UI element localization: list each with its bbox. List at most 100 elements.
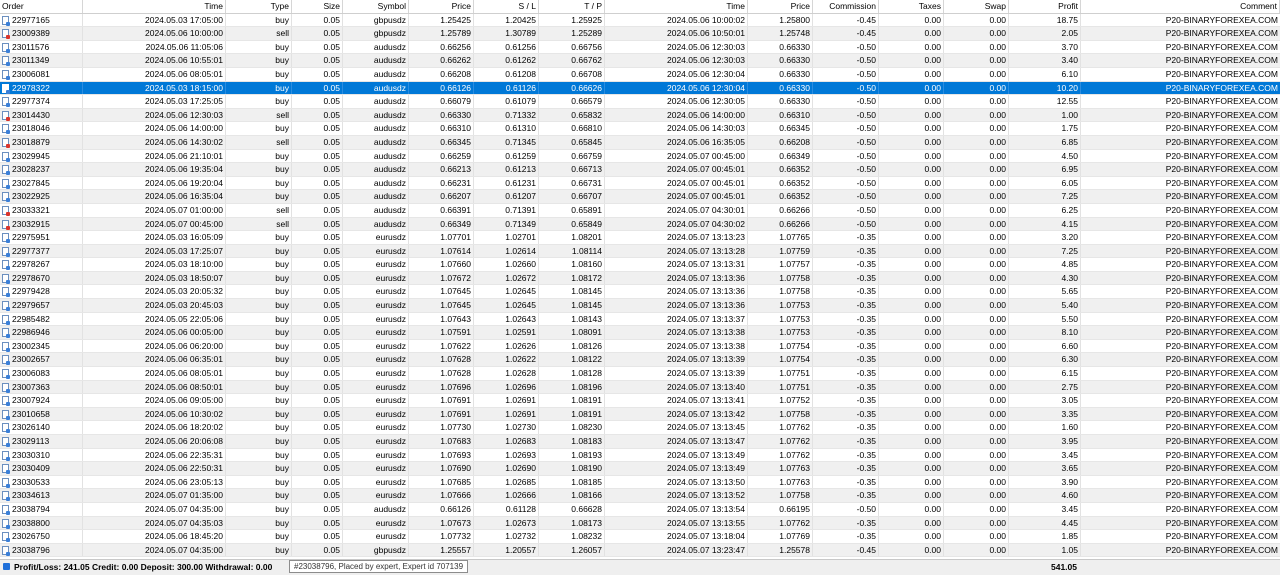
table-row[interactable]: 23027845 2024.05.06 19:20:04 buy 0.05 audusd… [0,176,1280,191]
cell-value: 2024.05.07 13:13:36 [667,272,745,283]
cell-value: 22977374 [12,96,50,107]
table-row[interactable]: 23033321 2024.05.07 01:00:00 sell 0.05 audus… [0,203,1280,218]
cell-time: 2024.05.06 10:30:02 [83,407,226,421]
column-header-comment[interactable]: Comment [1081,0,1280,13]
cell-commission: -0.35 [813,339,879,353]
cell-swap: 0.00 [944,285,1009,299]
table-row[interactable]: 22978322 2024.05.03 18:15:00 buy 0.05 audusd… [0,81,1280,96]
table-row[interactable]: 23022925 2024.05.06 16:35:04 buy 0.05 audusd… [0,190,1280,204]
column-header-stop-loss[interactable]: S / L [474,0,539,13]
table-row[interactable]: 23006081 2024.05.06 08:05:01 buy 0.05 audusd… [0,67,1280,82]
table-row[interactable]: 23018879 2024.05.06 14:30:02 sell 0.05 audus… [0,135,1280,150]
table-row[interactable]: 23026140 2024.05.06 18:20:02 buy 0.05 eurusd… [0,421,1280,435]
cell-time: 2024.05.03 16:05:09 [83,231,226,244]
table-row[interactable]: 23029113 2024.05.06 20:06:08 buy 0.05 eurusd… [0,435,1280,449]
table-row[interactable]: 23028237 2024.05.06 19:35:04 buy 0.05 audusd… [0,163,1280,177]
cell-type: buy [226,407,292,421]
cell-value: 0.66708 [571,68,602,79]
table-row[interactable]: 23011576 2024.05.06 11:05:06 buy 0.05 audusd… [0,40,1280,55]
table-row[interactable]: 23002657 2024.05.06 06:35:01 buy 0.05 eurusd… [0,353,1280,368]
column-header-order[interactable]: Order [0,0,83,13]
cell-profit: 6.85 [1009,135,1081,149]
table-row[interactable]: 23038800 2024.05.07 04:35:03 buy 0.05 eurusd… [0,516,1280,531]
cell-value: buy [275,503,289,514]
table-row[interactable]: 22986946 2024.05.06 00:05:00 buy 0.05 eurusd… [0,326,1280,340]
column-header-symbol[interactable]: Symbol [343,0,409,13]
table-row[interactable]: 22977377 2024.05.03 17:25:07 buy 0.05 eurusd… [0,244,1280,259]
cell-profit: 3.65 [1009,462,1081,475]
table-row[interactable]: 23002345 2024.05.06 06:20:00 buy 0.05 eurusd… [0,339,1280,354]
cell-value: 5.40 [1061,300,1078,311]
table-row[interactable]: 22979428 2024.05.03 20:05:32 buy 0.05 eurusd… [0,285,1280,300]
cell-swap: 0.00 [944,40,1009,54]
cell-taxes: 0.00 [879,299,944,312]
table-row[interactable]: 23030409 2024.05.06 22:50:31 buy 0.05 eurusd… [0,462,1280,476]
table-row[interactable]: 23032915 2024.05.07 00:45:00 sell 0.05 audus… [0,217,1280,232]
cell-value: 0.00 [924,327,941,338]
cell-value: P20-BINARYFOREXEA.COM [1165,28,1278,39]
cell-tp: 1.08122 [539,353,605,367]
column-header-close-price[interactable]: Price [748,0,813,13]
cell-close-price: 1.07769 [748,530,813,543]
table-row[interactable]: 22977165 2024.05.03 17:05:00 buy 0.05 gbpusd… [0,13,1280,28]
table-row[interactable]: 23010658 2024.05.06 10:30:02 buy 0.05 eurusd… [0,407,1280,422]
table-row[interactable]: 22975951 2024.05.03 16:05:09 buy 0.05 eurusd… [0,231,1280,245]
table-row[interactable]: 22985482 2024.05.05 22:05:06 buy 0.05 eurusd… [0,312,1280,327]
table-row[interactable]: 23018046 2024.05.06 14:00:00 buy 0.05 audusd… [0,122,1280,136]
column-header-open-time[interactable]: Time [83,0,226,13]
cell-tp: 1.08145 [539,285,605,299]
table-row[interactable]: 23014430 2024.05.06 12:30:03 sell 0.05 audus… [0,108,1280,123]
cell-symbol: eurusdz [343,231,409,244]
cell-value: 1.25425 [440,14,471,25]
table-row[interactable]: 22979657 2024.05.03 20:45:03 buy 0.05 eurusd… [0,299,1280,313]
cell-value: 5.50 [1061,313,1078,324]
cell-symbol: eurusdz [343,271,409,285]
cell-comment: P20-BINARYFOREXEA.COM [1081,14,1280,27]
table-row[interactable]: 23011349 2024.05.06 10:55:01 buy 0.05 audusd… [0,54,1280,68]
column-header-take-profit[interactable]: T / P [539,0,605,13]
cell-value: 2024.05.06 12:30:04 [667,82,745,93]
column-header-commission[interactable]: Commission [813,0,879,13]
column-header-close-time[interactable]: Time [605,0,748,13]
table-row[interactable]: 23038794 2024.05.07 04:35:00 buy 0.05 audusd… [0,502,1280,517]
table-row[interactable]: 23009389 2024.05.06 10:00:00 sell 0.05 gbpus… [0,27,1280,41]
table-row[interactable]: 22977374 2024.05.03 17:25:05 buy 0.05 audusd… [0,95,1280,109]
column-header-open-price[interactable]: Price [409,0,474,13]
cell-price: 1.07691 [409,407,474,421]
table-row[interactable]: 23029945 2024.05.06 21:10:01 buy 0.05 audusd… [0,149,1280,164]
table-row[interactable]: 22978267 2024.05.03 18:10:00 buy 0.05 eurusd… [0,258,1280,272]
cell-time: 2024.05.06 09:05:00 [83,394,226,407]
buy-order-icon [2,504,10,515]
column-header-type[interactable]: Type [226,0,292,13]
table-row[interactable]: 23026750 2024.05.06 18:45:20 buy 0.05 eurusd… [0,530,1280,544]
column-header-swap[interactable]: Swap [944,0,1009,13]
table-row[interactable]: 23007363 2024.05.06 08:50:01 buy 0.05 eurusd… [0,380,1280,395]
cell-type: buy [226,543,292,557]
cell-commission: -0.35 [813,421,879,434]
table-row[interactable]: 23038796 2024.05.07 04:35:00 buy 0.05 gbpusd… [0,543,1280,558]
table-row[interactable]: 23034613 2024.05.07 01:35:00 buy 0.05 eurusd… [0,489,1280,503]
cell-close-price: 1.07758 [748,285,813,299]
cell-value: 0.00 [924,476,941,487]
cell-value: 2024.05.06 14:30:02 [145,136,223,147]
table-row[interactable]: 22978670 2024.05.03 18:50:07 buy 0.05 eurusd… [0,271,1280,286]
cell-value: 1.07701 [440,232,471,243]
table-row[interactable]: 23007924 2024.05.06 09:05:00 buy 0.05 eurusd… [0,394,1280,408]
table-row[interactable]: 23030310 2024.05.06 22:35:31 buy 0.05 eurusd… [0,448,1280,463]
cell-value: 1.08145 [571,286,602,297]
cell-comment: P20-BINARYFOREXEA.COM [1081,150,1280,163]
cell-value: 0.05 [323,368,340,379]
cell-value: 0.00 [924,272,941,283]
cell-close-time: 2024.05.06 12:30:04 [605,81,748,95]
table-row[interactable]: 23030533 2024.05.06 23:05:13 buy 0.05 eurusd… [0,475,1280,490]
cell-profit: 6.25 [1009,203,1081,217]
cell-value: -0.35 [856,272,876,283]
table-row[interactable]: 23006083 2024.05.06 08:05:01 buy 0.05 eurusd… [0,367,1280,381]
column-header-taxes[interactable]: Taxes [879,0,944,13]
buy-order-icon [2,151,10,162]
cell-time: 2024.05.06 16:35:04 [83,190,226,203]
column-header-profit[interactable]: Profit [1009,0,1081,13]
cell-swap: 0.00 [944,190,1009,203]
column-header-size[interactable]: Size [292,0,343,13]
cell-value: P20-BINARYFOREXEA.COM [1165,531,1278,542]
